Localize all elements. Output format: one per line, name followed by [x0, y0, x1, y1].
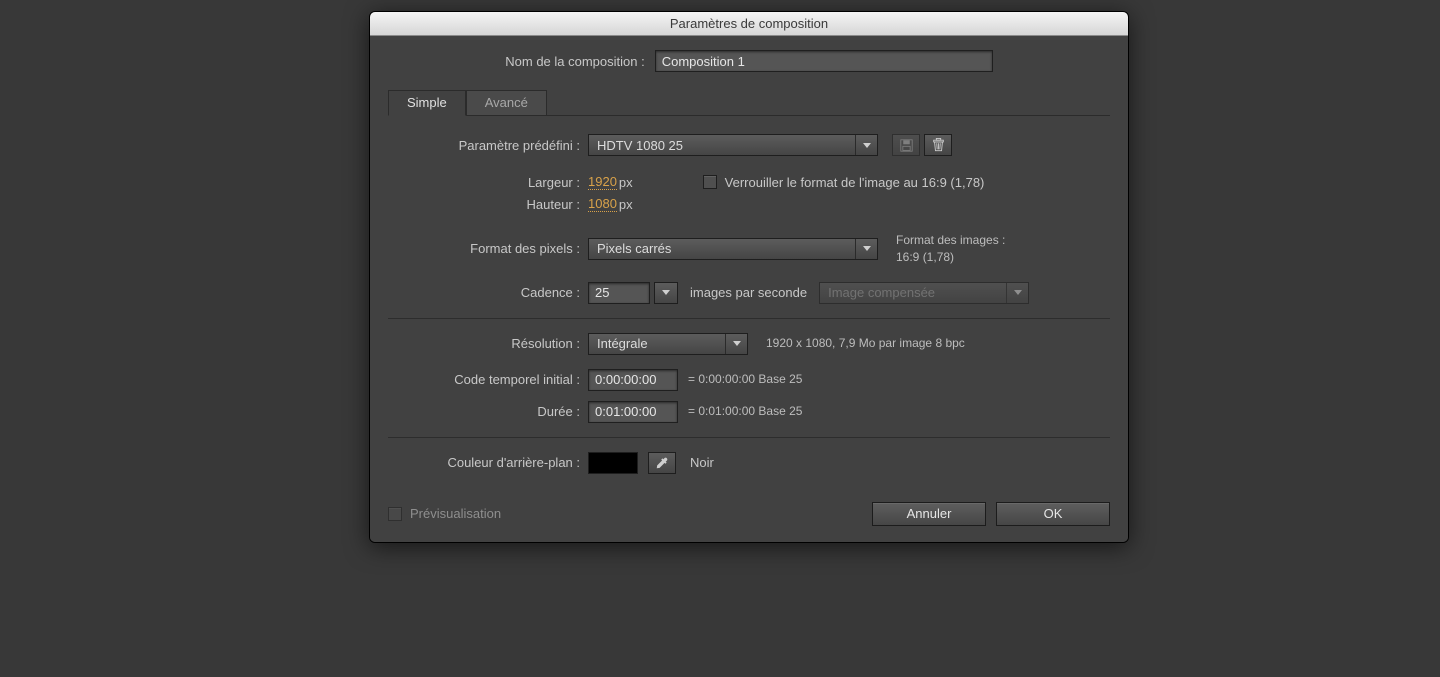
divider — [388, 437, 1110, 438]
preview-label: Prévisualisation — [410, 506, 501, 521]
resolution-value: Intégrale — [589, 336, 725, 351]
bg-color-name: Noir — [690, 455, 714, 470]
pixel-aspect-dropdown[interactable]: Pixels carrés — [588, 238, 878, 260]
dialog-footer: Prévisualisation Annuler OK — [388, 502, 1110, 526]
preset-label: Paramètre prédéfini : — [388, 138, 588, 153]
pixel-aspect-label: Format des pixels : — [388, 241, 588, 256]
chevron-down-icon — [855, 239, 877, 259]
preview-checkbox — [388, 507, 402, 521]
resolution-dropdown[interactable]: Intégrale — [588, 333, 748, 355]
duration-input[interactable]: 0:01:00:00 — [588, 401, 678, 423]
frame-aspect-note: Format des images : 16:9 (1,78) — [896, 232, 1005, 266]
delete-preset-button[interactable] — [924, 134, 952, 156]
dialog-content: Nom de la composition : Simple Avancé Pa… — [370, 36, 1128, 542]
chevron-down-icon — [725, 334, 747, 354]
save-icon — [900, 139, 913, 152]
framerate-dropdown[interactable] — [654, 282, 678, 304]
start-timecode-info: = 0:00:00:00 Base 25 — [688, 371, 802, 388]
framerate-input[interactable]: 25 — [588, 282, 650, 304]
bg-color-label: Couleur d'arrière-plan : — [388, 455, 588, 470]
resolution-info: 1920 x 1080, 7,9 Mo par image 8 bpc — [766, 335, 965, 352]
height-label: Hauteur : — [388, 197, 588, 212]
preset-value: HDTV 1080 25 — [589, 138, 855, 153]
framerate-unit-label: images par seconde — [690, 285, 807, 300]
chevron-down-icon — [1006, 283, 1028, 303]
bg-color-swatch[interactable] — [588, 452, 638, 474]
composition-name-input[interactable] — [655, 50, 993, 72]
lock-aspect-label: Verrouiller le format de l'image au 16:9… — [725, 175, 985, 190]
lock-aspect-checkbox[interactable] — [703, 175, 717, 189]
dropframe-value: Image compensée — [820, 285, 1006, 300]
frame-aspect-line1: Format des images : — [896, 232, 1005, 249]
chevron-down-icon — [655, 283, 677, 303]
composition-name-label: Nom de la composition : — [505, 54, 654, 69]
start-timecode-input[interactable]: 0:00:00:00 — [588, 369, 678, 391]
chevron-down-icon — [855, 135, 877, 155]
duration-label: Durée : — [388, 404, 588, 419]
frame-aspect-line2: 16:9 (1,78) — [896, 249, 1005, 266]
eyedropper-button[interactable] — [648, 452, 676, 474]
tabs: Simple Avancé — [388, 90, 1110, 116]
trash-icon — [932, 138, 945, 152]
window-titlebar: Paramètres de composition — [370, 12, 1128, 36]
start-timecode-label: Code temporel initial : — [388, 372, 588, 387]
framerate-label: Cadence : — [388, 285, 588, 300]
width-value[interactable]: 1920 — [588, 174, 617, 190]
ok-button[interactable]: OK — [996, 502, 1110, 526]
height-unit: px — [619, 197, 633, 212]
height-value[interactable]: 1080 — [588, 196, 617, 212]
composition-settings-dialog: Paramètres de composition Nom de la comp… — [369, 11, 1129, 543]
eyedropper-icon — [655, 456, 669, 470]
width-unit: px — [619, 175, 633, 190]
width-label: Largeur : — [388, 175, 588, 190]
tab-advanced[interactable]: Avancé — [466, 90, 547, 115]
duration-info: = 0:01:00:00 Base 25 — [688, 403, 802, 420]
save-preset-button[interactable] — [892, 134, 920, 156]
resolution-label: Résolution : — [388, 336, 588, 351]
cancel-button[interactable]: Annuler — [872, 502, 986, 526]
preset-dropdown[interactable]: HDTV 1080 25 — [588, 134, 878, 156]
dropframe-dropdown: Image compensée — [819, 282, 1029, 304]
pixel-aspect-value: Pixels carrés — [589, 241, 855, 256]
divider — [388, 318, 1110, 319]
tab-simple[interactable]: Simple — [388, 90, 466, 116]
window-title: Paramètres de composition — [670, 16, 828, 31]
